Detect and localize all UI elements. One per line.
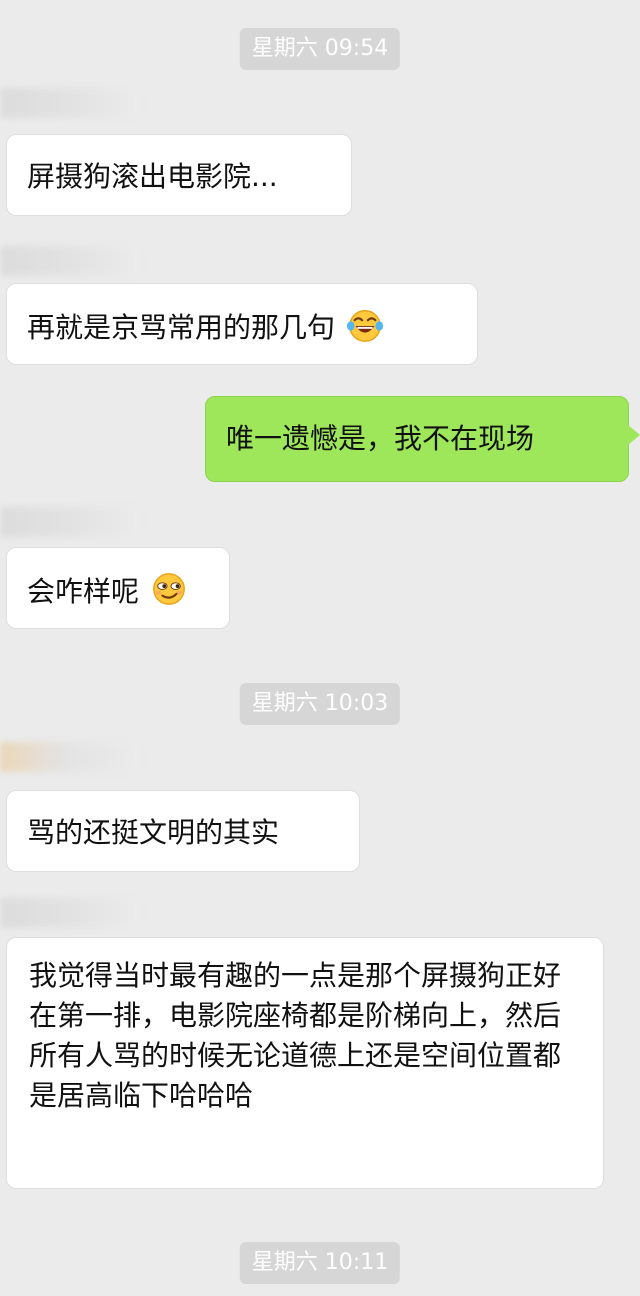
message-bubble-incoming[interactable]: 屏摄狗滚出电影院... <box>6 134 352 216</box>
timestamp-label: 星期六 10:11 <box>239 1242 401 1284</box>
message-bubble-incoming[interactable]: 骂的还挺文明的其实 <box>6 790 360 872</box>
message-bubble-incoming[interactable]: 会咋样呢 <box>6 547 230 629</box>
message-bubble-outgoing[interactable]: 唯一遗憾是，我不在现场 <box>205 396 640 482</box>
timestamp-label: 星期六 09:54 <box>239 28 401 70</box>
message-text: 会咋样呢 <box>27 575 140 608</box>
message-text: 屏摄狗滚出电影院... <box>27 160 278 193</box>
sender-name-blurred <box>0 742 140 772</box>
sender-name-blurred <box>0 246 140 276</box>
sender-name-blurred <box>0 507 140 537</box>
message-text: 唯一遗憾是，我不在现场 <box>226 422 535 455</box>
sender-name-blurred <box>0 88 140 118</box>
message-text: 骂的还挺文明的其实 <box>27 816 280 849</box>
tears-of-joy-emoji-icon <box>346 310 383 342</box>
message-bubble-incoming[interactable]: 再就是京骂常用的那几句 <box>6 283 478 365</box>
message-text: 我觉得当时最有趣的一点是那个屏摄狗正好在第一排，电影院座椅都是阶梯向上，然后所有… <box>29 959 562 1112</box>
message-text: 再就是京骂常用的那几句 <box>27 311 336 344</box>
sender-name-blurred <box>0 898 140 928</box>
message-bubble-incoming[interactable]: 我觉得当时最有趣的一点是那个屏摄狗正好在第一排，电影院座椅都是阶梯向上，然后所有… <box>6 937 604 1189</box>
timestamp-label: 星期六 10:03 <box>239 683 401 725</box>
smirk-emoji-icon <box>153 573 185 605</box>
